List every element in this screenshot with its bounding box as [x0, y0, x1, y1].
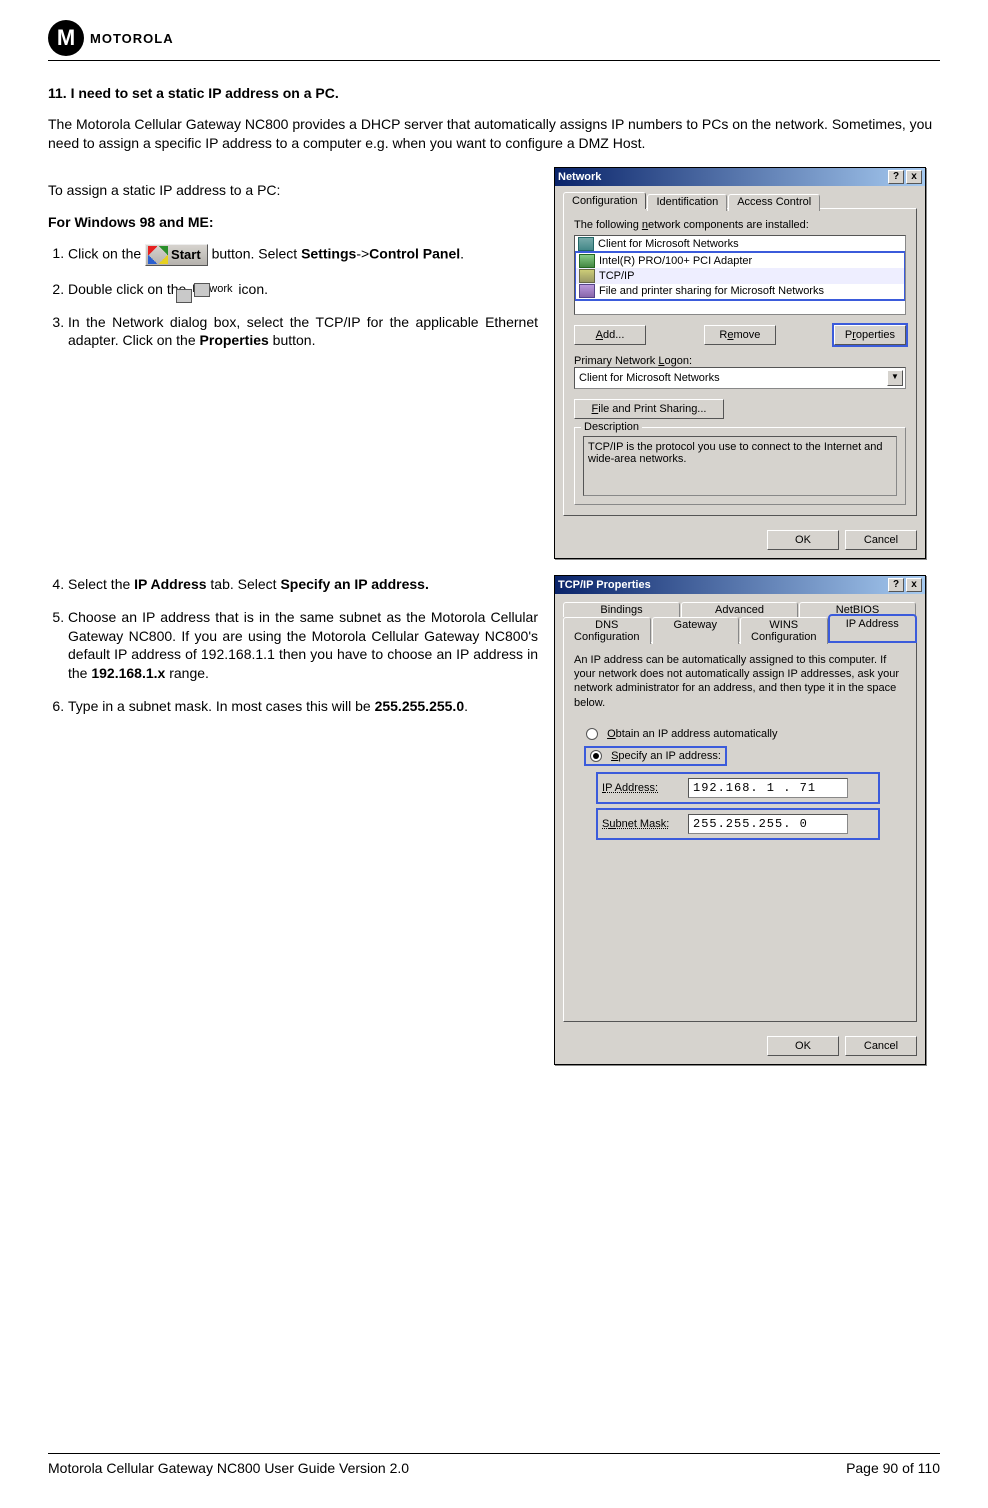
- page-footer: Motorola Cellular Gateway NC800 User Gui…: [48, 1453, 940, 1476]
- start-button-label: Start: [171, 246, 201, 264]
- os-subhead: For Windows 98 and ME:: [48, 214, 538, 230]
- tab-gateway[interactable]: Gateway: [652, 617, 740, 644]
- footer-right: Page 90 of 110: [846, 1460, 940, 1476]
- tcpip-dialog: TCP/IP Properties ? x Bindings Advanced …: [554, 575, 926, 1065]
- list-item: Intel(R) PRO/100+ PCI Adapter: [574, 251, 906, 269]
- header-rule: [48, 60, 940, 61]
- step-2: Double click on the Network icon.: [68, 280, 538, 299]
- step-6: Type in a subnet mask. In most cases thi…: [68, 697, 538, 716]
- tab-ip-address[interactable]: IP Address: [829, 615, 917, 642]
- step-3: In the Network dialog box, select the TC…: [68, 313, 538, 351]
- question-text: I need to set a static IP address on a P…: [71, 85, 339, 101]
- description-text: TCP/IP is the protocol you use to connec…: [583, 436, 897, 496]
- list-item-selected: TCP/IP: [574, 268, 906, 284]
- tab-wins[interactable]: WINS Configuration: [740, 617, 828, 644]
- step-4: Select the IP Address tab. Select Specif…: [68, 575, 538, 594]
- tab-advanced[interactable]: Advanced: [681, 602, 798, 617]
- network-cpl-icon[interactable]: Network: [190, 282, 234, 297]
- logon-label: Primary Network Logon:: [574, 355, 906, 367]
- brand-logo: M MOTOROLA: [48, 20, 940, 56]
- intro-paragraph: The Motorola Cellular Gateway NC800 prov…: [48, 115, 940, 153]
- brand-name: MOTOROLA: [90, 31, 174, 46]
- radio-obtain-auto[interactable]: Obtain an IP address automatically: [586, 728, 906, 740]
- tcpip-note: An IP address can be automatically assig…: [574, 653, 906, 710]
- tab-bindings[interactable]: Bindings: [563, 602, 680, 617]
- description-group: Description TCP/IP is the protocol you u…: [574, 427, 906, 505]
- start-button[interactable]: Start: [145, 244, 208, 266]
- step-5: Choose an IP address that is in the same…: [68, 608, 538, 684]
- list-item: File and printer sharing for Microsoft N…: [574, 283, 906, 301]
- ip-address-input[interactable]: 192.168. 1 . 71: [688, 778, 848, 798]
- ip-address-label: IP Address:: [602, 782, 688, 794]
- tab-identification[interactable]: Identification: [647, 194, 727, 211]
- question-title: 11. I need to set a static IP address on…: [48, 85, 940, 101]
- components-listbox[interactable]: Client for Microsoft Networks Intel(R) P…: [574, 235, 906, 315]
- ip-address-row: IP Address: 192.168. 1 . 71: [598, 774, 878, 802]
- tab-configuration[interactable]: Configuration: [563, 192, 646, 209]
- windows-logo-icon: [148, 246, 168, 264]
- network-dialog-title: Network: [558, 171, 601, 183]
- add-button[interactable]: Add...: [574, 325, 646, 345]
- footer-left: Motorola Cellular Gateway NC800 User Gui…: [48, 1460, 409, 1476]
- tcpip-dialog-title: TCP/IP Properties: [558, 579, 651, 591]
- ok-button[interactable]: OK: [767, 530, 839, 550]
- logo-mark: M: [48, 20, 84, 56]
- close-button[interactable]: x: [906, 170, 922, 184]
- cancel-button[interactable]: Cancel: [845, 530, 917, 550]
- close-button[interactable]: x: [906, 578, 922, 592]
- tab-access-control[interactable]: Access Control: [728, 194, 820, 211]
- radio-specify[interactable]: Specify an IP address:: [586, 748, 725, 764]
- properties-button[interactable]: Properties: [834, 325, 906, 345]
- question-number: 11.: [48, 85, 67, 101]
- file-print-sharing-button[interactable]: File and Print Sharing...: [574, 399, 724, 419]
- cancel-button[interactable]: Cancel: [845, 1036, 917, 1056]
- help-button[interactable]: ?: [888, 170, 904, 184]
- logon-combo[interactable]: Client for Microsoft Networks ▼: [574, 367, 906, 389]
- subnet-mask-label: Subnet Mask:: [602, 818, 688, 830]
- lead-paragraph: To assign a static IP address to a PC:: [48, 181, 538, 200]
- subnet-mask-input[interactable]: 255.255.255. 0: [688, 814, 848, 834]
- remove-button[interactable]: Remove: [704, 325, 776, 345]
- subnet-mask-row: Subnet Mask: 255.255.255. 0: [598, 810, 878, 838]
- help-button[interactable]: ?: [888, 578, 904, 592]
- radio-icon: [586, 728, 598, 740]
- components-label: The following network components are ins…: [574, 219, 906, 231]
- step-1: Click on the Start button. Select Settin…: [68, 244, 538, 266]
- radio-icon: [590, 750, 602, 762]
- tab-dns[interactable]: DNS Configuration: [563, 617, 651, 644]
- list-item: Client for Microsoft Networks: [575, 236, 905, 252]
- network-dialog: Network ? x Configuration Identification…: [554, 167, 926, 559]
- chevron-down-icon[interactable]: ▼: [887, 370, 903, 386]
- ok-button[interactable]: OK: [767, 1036, 839, 1056]
